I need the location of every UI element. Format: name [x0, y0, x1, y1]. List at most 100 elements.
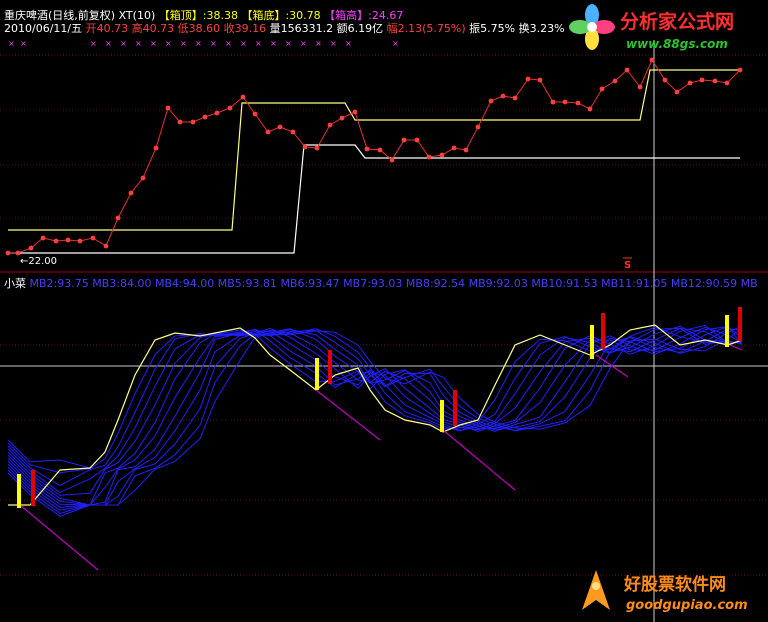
price-point — [500, 93, 506, 99]
price-point — [537, 77, 543, 83]
signal-bar-yellow — [725, 315, 729, 347]
watermark-top-url: www.88gs.com — [626, 37, 728, 51]
price-point — [153, 145, 159, 151]
ma-label: MB8:92.54 — [405, 277, 469, 290]
ma-fan-line — [7, 326, 743, 506]
quote-high: 高40.73 — [131, 22, 175, 35]
quote-close: 收39.16 — [223, 22, 267, 35]
price-point — [426, 154, 432, 160]
price-point — [737, 67, 743, 73]
price-point — [314, 145, 320, 151]
signal-bar-yellow — [315, 358, 319, 390]
price-point — [214, 110, 220, 116]
x-marker-icon: × — [300, 39, 307, 48]
x-marker-icon: × — [135, 39, 142, 48]
price-point — [115, 215, 121, 221]
price-point — [674, 89, 680, 95]
x-marker-icon: × — [255, 39, 262, 48]
ma-label: MB5:93.81 — [217, 277, 281, 290]
x-marker-icon: × — [270, 39, 277, 48]
watermark-bottom-title: 好股票软件网 — [623, 574, 726, 595]
x-marker-icon: × — [180, 39, 187, 48]
ma-label: MB7:93.03 — [343, 277, 406, 290]
quote-open: 开40.73 — [85, 22, 129, 35]
price-point — [612, 78, 618, 84]
trend-line-1 — [19, 504, 99, 571]
quote-low: 低38.60 — [177, 22, 221, 35]
price-point — [587, 106, 593, 112]
x-marker-icon: × — [90, 39, 97, 48]
fast-ma-line — [8, 324, 743, 506]
x-marker-icon: × — [120, 39, 127, 48]
signal-bar-red — [328, 350, 332, 384]
box-high-value: :24.67 — [368, 9, 404, 22]
x-marker-icon: × — [285, 39, 292, 48]
price-point — [724, 80, 730, 86]
signal-bar-red — [31, 470, 35, 506]
price-point — [140, 175, 146, 181]
x-marker-icon: × — [150, 39, 157, 48]
price-point — [339, 115, 345, 121]
price-point — [699, 77, 705, 83]
signal-bar-yellow — [440, 400, 444, 432]
box-bottom-label: 【箱底】 — [241, 9, 286, 22]
box-bottom-value: :30.78 — [285, 9, 321, 22]
ma-label: MB2:93.75 — [29, 277, 93, 290]
ma-label: MB6:93.47 — [280, 277, 344, 290]
quote-volume: 量156331.2 — [269, 22, 334, 35]
price-point — [128, 190, 134, 196]
trend-line-5 — [729, 344, 743, 351]
price-point — [202, 114, 208, 120]
x-marker-icon: × — [240, 39, 247, 48]
price-point — [5, 250, 11, 256]
price-point — [327, 122, 333, 128]
price-point — [377, 147, 383, 153]
quote-amount: 额6.19亿 — [336, 22, 384, 35]
upper-grid — [0, 54, 768, 576]
price-point — [475, 124, 481, 130]
price-point — [28, 245, 34, 251]
price-point — [302, 144, 308, 150]
ma-fan-series — [7, 324, 743, 517]
x-marker-icon: × — [20, 39, 27, 48]
x-marker-icon: × — [165, 39, 172, 48]
quote-change: 幅2.13(5.75%) — [386, 22, 466, 35]
x-marker-icon: × — [330, 39, 337, 48]
watermark-top-title: 分析家公式网 — [620, 10, 734, 33]
price-point — [599, 86, 605, 92]
signal-markers-row: × × × × × × × × × × × × × × × × × × × × × — [8, 39, 399, 48]
price-series — [5, 57, 743, 256]
x-marker-icon: × — [105, 39, 112, 48]
price-point — [687, 80, 693, 86]
chart-title-bar: 重庆啤酒(日线,前复权) XT(10) 【箱顶】:38.38 【箱底】:30.7… — [4, 9, 403, 22]
stock-chart-canvas[interactable]: × × × × × × × × × × × × × × × × × × × × × S ←22.00 — [0, 0, 768, 622]
signal-bar-red — [601, 313, 605, 349]
box-top-value: :38.38 — [202, 9, 238, 22]
quote-turnover: 换3.23% — [518, 22, 565, 35]
quote-date: 2010/06/11/五 — [4, 22, 83, 35]
price-line — [8, 58, 741, 254]
ma-label: MB3:84.00 — [92, 277, 155, 290]
stock-name[interactable]: 重庆啤酒(日线,前复权) — [4, 9, 115, 22]
watermark-bottom-url: goodgupiao.com — [626, 598, 748, 613]
price-point — [451, 145, 457, 151]
signal-bar-red — [738, 307, 742, 341]
watermark-top: 分析家公式网 www.88gs.com — [569, 4, 734, 51]
ma-label: MB4:94.00 — [154, 277, 218, 290]
price-point — [364, 146, 370, 152]
price-point — [414, 137, 420, 143]
x-marker-icon: × — [210, 39, 217, 48]
price-point — [103, 243, 109, 249]
price-point — [352, 109, 358, 115]
indicator-name[interactable]: XT(10) — [119, 9, 156, 22]
price-point — [624, 67, 630, 73]
price-point — [190, 119, 196, 125]
price-point — [649, 57, 655, 63]
ma-label: MB9:92.03 — [468, 277, 532, 290]
price-point — [15, 250, 21, 256]
lower-indicator-name[interactable]: 小菜 — [4, 277, 26, 290]
ma-labels: MB2:93.75 MB3:84.00 MB4:94.00 MB5:93.81 … — [30, 277, 758, 290]
signal-bar-red — [453, 390, 457, 426]
x-marker-icon: × — [392, 39, 399, 48]
price-point — [512, 95, 518, 101]
